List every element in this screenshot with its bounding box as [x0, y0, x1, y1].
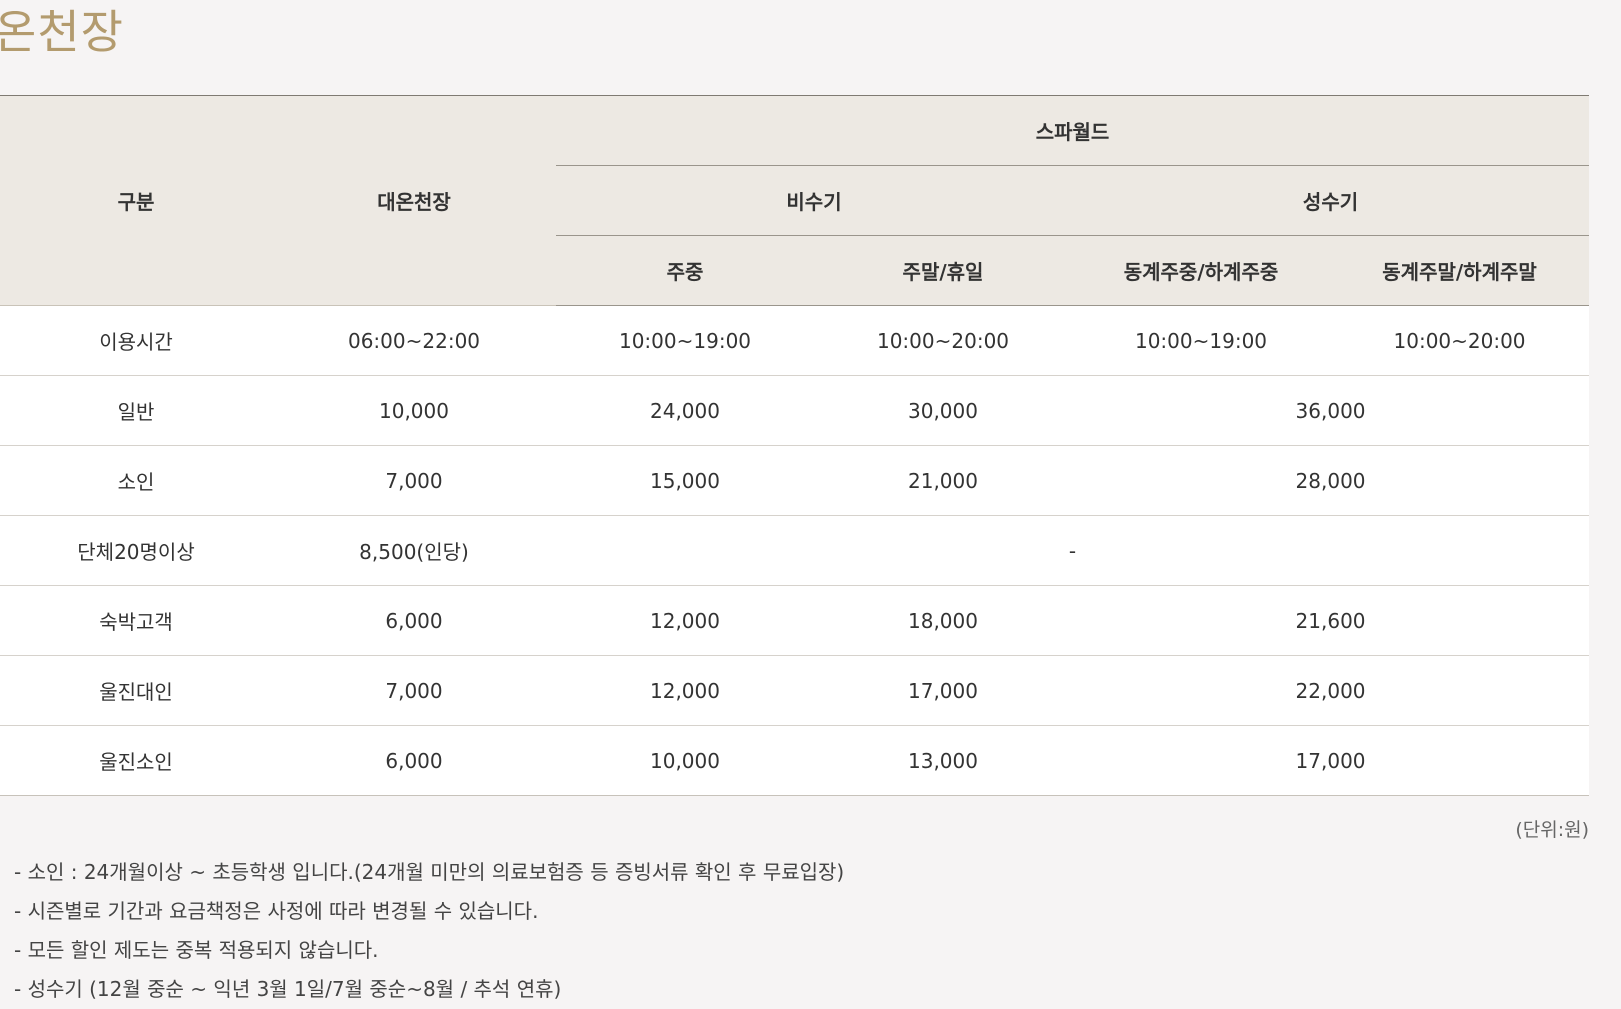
- cell-peak: 36,000: [1072, 375, 1590, 446]
- cell-off-weekday: 12,000: [556, 585, 814, 656]
- cell-off-weekday: 12,000: [556, 655, 814, 726]
- cell-off-weekend: 21,000: [814, 445, 1072, 516]
- cell-peak: 17,000: [1072, 725, 1590, 796]
- cell-hot-spring: 7,000: [272, 445, 556, 516]
- page-title: 온천장: [0, 5, 124, 59]
- table-row-guest: 숙박고객 6,000 12,000 18,000 21,600: [0, 585, 1590, 656]
- row-label: 일반: [0, 375, 272, 446]
- header-row-1: 구분 대온천장 스파월드: [0, 95, 1590, 306]
- header-peak-weekend: 동계주말/하계주말: [1330, 235, 1590, 306]
- table-row-uljin-child: 울진소인 6,000 10,000 13,000 17,000: [0, 725, 1590, 796]
- table-row-child: 소인 7,000 15,000 21,000 28,000: [0, 445, 1590, 516]
- header-spa-world: 스파월드: [556, 95, 1590, 166]
- cell-off-weekend: 18,000: [814, 585, 1072, 656]
- cell-peak: 28,000: [1072, 445, 1590, 516]
- cell-spa-world: -: [556, 515, 1590, 586]
- cell-off-weekend: 30,000: [814, 375, 1072, 446]
- row-label: 단체20명이상: [0, 515, 272, 586]
- cell-hot-spring: 6,000: [272, 725, 556, 796]
- note-item: - 성수기 (12월 중순 ~ 익년 3월 1일/7월 중순~8월 / 추석 연…: [14, 977, 562, 1001]
- price-table-header: 구분 대온천장 스파월드 비수기 성수기 주중 주말/휴일 동계주중/하계주중 …: [0, 95, 1590, 306]
- price-table-body: 이용시간 06:00~22:00 10:00~19:00 10:00~20:00…: [0, 305, 1590, 796]
- cell-hot-spring: 10,000: [272, 375, 556, 446]
- header-category: 구분: [0, 95, 272, 306]
- cell-off-weekend: 10:00~20:00: [814, 305, 1072, 376]
- header-weekend-holiday: 주말/휴일: [814, 235, 1072, 306]
- cell-off-weekend: 13,000: [814, 725, 1072, 796]
- row-label: 울진대인: [0, 655, 272, 726]
- table-row-hours: 이용시간 06:00~22:00 10:00~19:00 10:00~20:00…: [0, 305, 1590, 376]
- table-row-uljin-adult: 울진대인 7,000 12,000 17,000 22,000: [0, 655, 1590, 726]
- cell-hot-spring: 6,000: [272, 585, 556, 656]
- header-off-season: 비수기: [556, 165, 1072, 236]
- row-label: 울진소인: [0, 725, 272, 796]
- cell-hot-spring: 06:00~22:00: [272, 305, 556, 376]
- price-table: 구분 대온천장 스파월드 비수기 성수기 주중 주말/휴일 동계주중/하계주중 …: [0, 95, 1590, 796]
- cell-peak: 22,000: [1072, 655, 1590, 726]
- cell-hot-spring: 7,000: [272, 655, 556, 726]
- table-row-group: 단체20명이상 8,500(인당) -: [0, 515, 1590, 586]
- row-label: 이용시간: [0, 305, 272, 376]
- header-peak-weekday: 동계주중/하계주중: [1072, 235, 1330, 306]
- cell-off-weekday: 10,000: [556, 725, 814, 796]
- cell-off-weekday: 15,000: [556, 445, 814, 516]
- cell-peak-weekday: 10:00~19:00: [1072, 305, 1330, 376]
- cell-off-weekday: 10:00~19:00: [556, 305, 814, 376]
- cell-peak-weekend: 10:00~20:00: [1330, 305, 1590, 376]
- header-weekday: 주중: [556, 235, 814, 306]
- header-hot-spring: 대온천장: [272, 95, 556, 306]
- unit-note: (단위:원): [1515, 819, 1589, 841]
- cell-off-weekday: 24,000: [556, 375, 814, 446]
- header-peak-season: 성수기: [1072, 165, 1590, 236]
- note-item: - 소인 : 24개월이상 ~ 초등학생 입니다.(24개월 미만의 의료보험증…: [14, 860, 845, 884]
- note-item: - 시즌별로 기간과 요금책정은 사정에 따라 변경될 수 있습니다.: [14, 899, 539, 923]
- cell-peak: 21,600: [1072, 585, 1590, 656]
- cell-off-weekend: 17,000: [814, 655, 1072, 726]
- row-label: 소인: [0, 445, 272, 516]
- note-item: - 모든 할인 제도는 중복 적용되지 않습니다.: [14, 938, 379, 962]
- notes-list: - 소인 : 24개월이상 ~ 초등학생 입니다.(24개월 미만의 의료보험증…: [14, 853, 844, 1009]
- table-row-adult: 일반 10,000 24,000 30,000 36,000: [0, 375, 1590, 446]
- row-label: 숙박고객: [0, 585, 272, 656]
- cell-hot-spring: 8,500(인당): [272, 515, 556, 586]
